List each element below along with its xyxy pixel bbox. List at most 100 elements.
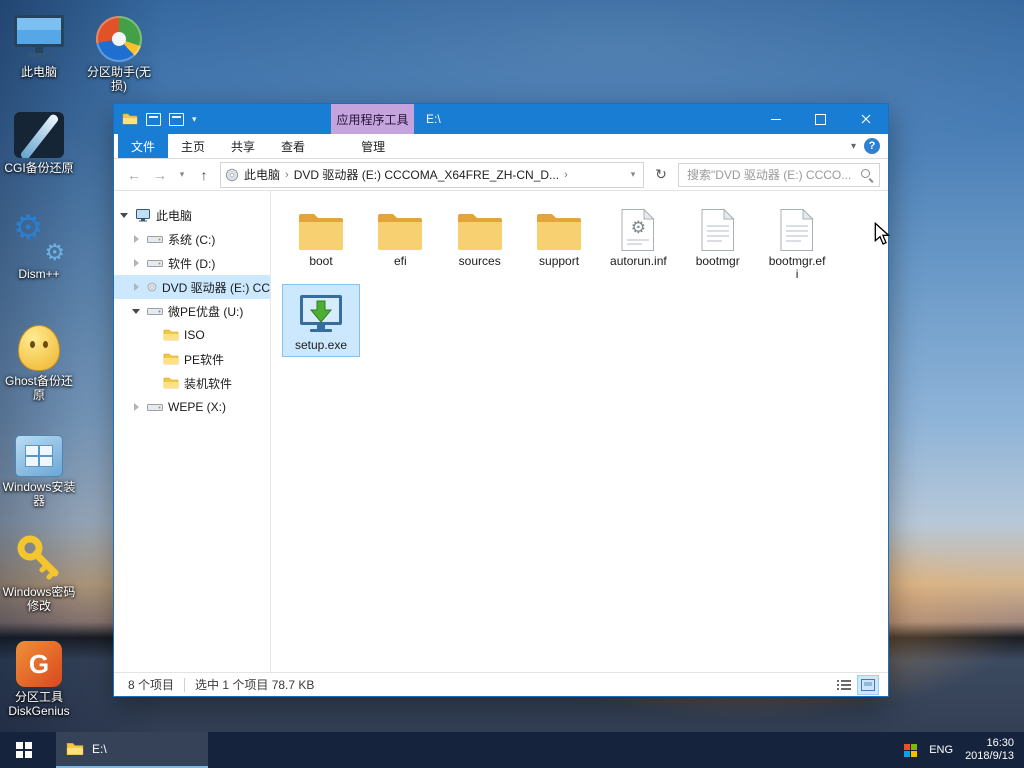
forward-button[interactable]: → [150,167,170,183]
search-input[interactable] [678,163,880,187]
folder-icon [163,352,179,366]
minimize-button[interactable] [753,104,798,134]
ghost-icon [0,317,78,371]
up-button[interactable]: ↑ [194,167,214,183]
large-icons-view-button[interactable] [858,676,878,694]
folder-icon [442,204,518,252]
tab-file[interactable]: 文件 [118,134,168,158]
file-item-setup-exe[interactable]: setup.exe [283,285,359,356]
desktop-icon-partition-assistant[interactable]: 分区助手(无损) [80,8,158,93]
breadcrumb-dvd-drive[interactable]: DVD 驱动器 (E:) CCCOMA_X64FRE_ZH-CN_D... [294,166,559,183]
chevron-placeholder [148,378,158,388]
dvd-drive-icon [225,168,239,182]
file-item-bootmgr-efi[interactable]: bootmgr.efi [759,201,835,285]
diskgenius-logo-icon: G [0,633,78,687]
breadcrumb-separator-icon[interactable]: › [564,169,568,181]
tab-view[interactable]: 查看 [268,134,318,158]
tree-item-dvd-drive-e[interactable]: DVD 驱动器 (E:) CC [114,275,270,299]
tree-item-drive-d[interactable]: 软件 (D:) [114,251,270,275]
desktop-icon-this-pc[interactable]: 此电脑 [0,8,78,79]
file-item-bootmgr[interactable]: bootmgr [680,201,756,272]
file-list: boot efi [271,191,888,672]
folder-icon [163,376,179,390]
start-button[interactable] [0,732,48,768]
desktop-icon-cgi-backup[interactable]: CGI备份还原 [0,104,78,175]
taskbar: E:\ ENG 16:30 2018/9/13 [0,732,1024,768]
item-count: 8 个项目 [128,676,174,693]
contextual-tab-application-tools[interactable]: 应用程序工具 [331,104,414,134]
file-item-support[interactable]: support [521,201,597,272]
maximize-button[interactable] [798,104,843,134]
desktop-icon-diskgenius[interactable]: G 分区工具DiskGenius [0,633,78,718]
breadcrumb-this-pc[interactable]: 此电脑 [244,166,280,183]
navigation-bar: ← → ▾ ↑ 此电脑 › DVD 驱动器 (E:) CCCOMA_X64FRE… [114,159,888,191]
properties-icon[interactable] [146,113,161,126]
tray-time: 16:30 [965,737,1014,750]
explorer-window: ▾ 应用程序工具 E:\ 文件 主页 共享 查看 管理 ▾ ? ← → ▾ [113,103,889,697]
chevron-collapsed-icon[interactable] [132,258,142,268]
customize-toolbar-chevron-icon[interactable]: ▾ [192,114,197,125]
breadcrumb-separator-icon[interactable]: › [285,169,289,181]
chevron-expanded-icon[interactable] [120,210,130,220]
status-bar: 8 个项目 选中 1 个项目 78.7 KB [114,672,888,696]
desktop-icon-ghost-backup[interactable]: Ghost备份还原 [0,317,78,402]
chevron-collapsed-icon[interactable] [132,402,142,412]
explorer-app-icon[interactable] [122,112,138,126]
new-folder-icon[interactable] [169,113,184,126]
file-item-boot[interactable]: boot [283,201,359,272]
folder-icon [283,204,359,252]
address-dropdown-chevron-icon[interactable]: ▾ [627,169,639,180]
dvd-drive-icon [147,279,157,295]
selection-summary: 选中 1 个项目 78.7 KB [195,676,314,693]
chevron-placeholder [148,330,158,340]
search-box [678,163,880,187]
title-bar[interactable]: ▾ 应用程序工具 E:\ [114,104,888,134]
windows-logo-icon [16,742,32,758]
file-icon [759,204,835,252]
folder-icon [362,204,438,252]
installer-window-icon [0,423,78,477]
chevron-placeholder [148,354,158,364]
desktop: 此电脑 分区助手(无损) CGI备份还原 ⚙⚙ Dism++ Ghost备份还原… [0,0,1024,768]
file-item-sources[interactable]: sources [442,201,518,272]
back-button[interactable]: ← [124,167,144,183]
tree-item-folder-zhuangji[interactable]: 装机软件 [114,371,270,395]
file-icon [680,204,756,252]
chevron-expanded-icon[interactable] [132,306,142,316]
file-item-efi[interactable]: efi [362,201,438,272]
tree-item-drive-x[interactable]: WEPE (X:) [114,395,270,419]
quick-access-toolbar: ▾ [114,112,197,126]
refresh-button[interactable]: ↻ [650,163,672,187]
clock[interactable]: 16:30 2018/9/13 [965,737,1014,763]
desktop-icon-windows-installer[interactable]: Windows安装器 [0,423,78,508]
tab-share[interactable]: 共享 [218,134,268,158]
drive-icon [147,231,163,247]
tab-home[interactable]: 主页 [168,134,218,158]
tray-colored-windows-icon[interactable] [904,744,917,757]
chevron-collapsed-icon[interactable] [132,282,142,292]
details-view-button[interactable] [834,676,854,694]
desktop-icon-dism[interactable]: ⚙⚙ Dism++ [0,210,78,281]
tree-item-folder-pe[interactable]: PE软件 [114,347,270,371]
drive-icon [147,255,163,271]
computer-icon [135,207,151,223]
close-button[interactable] [843,104,888,134]
this-pc-icon [0,8,78,62]
expand-ribbon-chevron-icon[interactable]: ▾ [851,134,856,158]
language-indicator[interactable]: ENG [929,744,953,756]
help-icon[interactable]: ? [864,138,880,154]
taskbar-explorer-button[interactable]: E:\ [56,732,208,768]
address-bar[interactable]: 此电脑 › DVD 驱动器 (E:) CCCOMA_X64FRE_ZH-CN_D… [220,162,644,188]
tree-item-drive-c[interactable]: 系统 (C:) [114,227,270,251]
tree-item-this-pc[interactable]: 此电脑 [114,203,270,227]
tray-date: 2018/9/13 [965,750,1014,763]
window-title: E:\ [426,104,441,134]
recent-locations-chevron-icon[interactable]: ▾ [176,169,188,180]
desktop-icon-windows-password[interactable]: Windows密码修改 [0,528,78,613]
tree-item-usb-drive-u[interactable]: 微PE优盘 (U:) [114,299,270,323]
tree-item-folder-iso[interactable]: ISO [114,323,270,347]
chevron-collapsed-icon[interactable] [132,234,142,244]
setup-information-file-icon: ⚙ [600,204,676,252]
tab-manage[interactable]: 管理 [348,134,398,158]
file-item-autorun[interactable]: ⚙ autorun.inf [600,201,676,272]
